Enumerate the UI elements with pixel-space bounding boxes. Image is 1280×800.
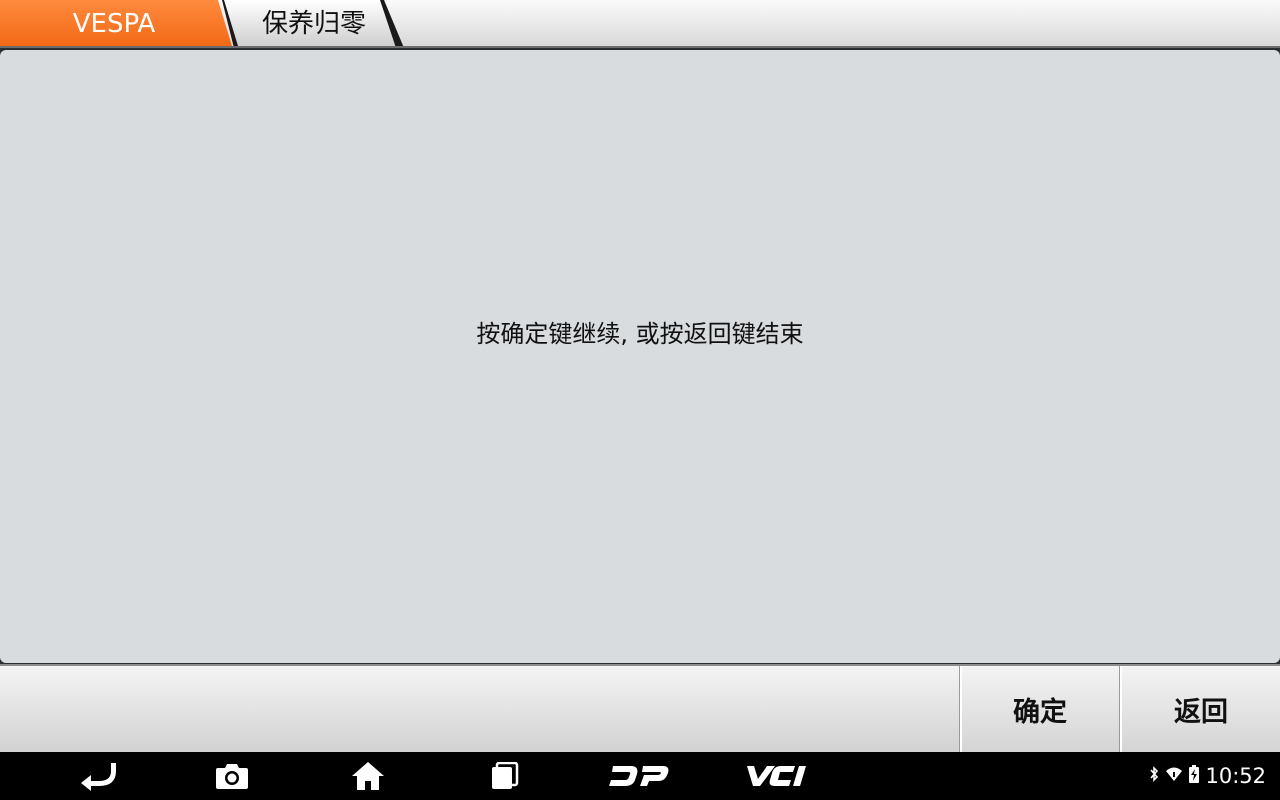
home-icon[interactable] (348, 756, 388, 796)
clock: 10:52 (1205, 764, 1266, 788)
camera-icon[interactable] (212, 756, 252, 796)
breadcrumb: VESPA 保养归零 (0, 0, 1280, 48)
breadcrumb-item-vespa[interactable]: VESPA (0, 0, 236, 46)
dp-logo-icon[interactable] (606, 756, 672, 796)
back-arrow-icon[interactable] (76, 756, 120, 796)
bluetooth-icon (1149, 766, 1159, 786)
prompt-message: 按确定键继续, 或按返回键结束 (476, 320, 804, 348)
wifi-icon (1165, 766, 1183, 786)
vci-logo-icon[interactable] (742, 756, 812, 796)
status-area: 10:52 (1149, 752, 1266, 800)
main-panel: 按确定键继续, 或按返回键结束 (0, 50, 1280, 663)
navigation-bar: 10:52 (0, 752, 1280, 800)
breadcrumb-item-maintenance-reset[interactable]: 保养归零 (240, 0, 388, 46)
back-button[interactable]: 返回 (1120, 666, 1280, 752)
button-bar: 确定 返回 (0, 664, 1280, 752)
recent-apps-icon[interactable] (486, 756, 522, 796)
confirm-button[interactable]: 确定 (960, 666, 1118, 752)
battery-charging-icon (1189, 765, 1200, 787)
